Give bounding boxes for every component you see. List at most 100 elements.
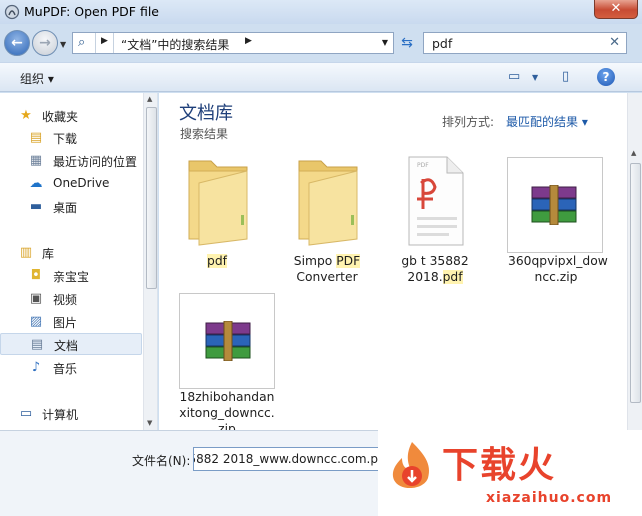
navigation-pane: ★ 收藏夹 ▤ 下载 ▦ 最近访问的位置 ☁ OneDrive ▬ 桌面 ▥ 库… — [0, 93, 158, 430]
nav-label: 亲宝宝 — [53, 270, 90, 284]
filename-label: 文件名(N): — [132, 454, 191, 468]
window-title: MuPDF: Open PDF file — [24, 4, 159, 19]
winrar-archive-icon — [531, 185, 577, 225]
nav-label: 图片 — [53, 316, 78, 330]
file-item-360-zip[interactable]: 360qpvipxl_dow ncc.zip — [504, 153, 608, 293]
preview-pane-icon[interactable]: ▯ — [562, 69, 569, 84]
nav-item-qinbaobao[interactable]: ◘ 亲宝宝 — [0, 265, 142, 287]
title-bar: MuPDF: Open PDF file ✕ — [0, 0, 642, 24]
toolbar: 组织 ▾ ▭ ▼ ▯ ? — [0, 62, 642, 92]
back-button[interactable]: ← — [4, 30, 30, 56]
picture-library-icon: ▨ — [29, 314, 43, 329]
file-item-18zhibo-zip[interactable]: 18zhibohandan xitong_downcc. zip — [179, 291, 275, 430]
close-button[interactable]: ✕ — [594, 0, 638, 19]
folder-icon — [188, 160, 248, 246]
music-library-icon: ♪ — [31, 360, 41, 375]
nav-favorites[interactable]: ★ 收藏夹 — [0, 105, 142, 127]
help-icon: ? — [602, 70, 610, 84]
name-part: 2018. — [407, 270, 443, 284]
download-folder-icon: ▤ — [29, 130, 43, 145]
address-bar[interactable]: ⌕ ▶ “文档”中的搜索结果 ▶ ▼ — [72, 32, 394, 54]
name-part: xitong_downcc. — [179, 406, 275, 420]
nav-libraries[interactable]: ▥ 库 — [0, 242, 142, 264]
file-item-label: 18zhibohandan xitong_downcc. zip — [179, 389, 275, 430]
name-highlight: pdf — [442, 270, 463, 284]
file-item-simpo-folder[interactable]: Simpo PDF Converter — [279, 153, 375, 293]
refresh-icon: ⇆ — [401, 35, 413, 51]
mupdf-app-icon — [4, 4, 20, 20]
nav-scrollbar[interactable]: ▲ ▼ — [143, 93, 157, 430]
name-part: 18zhibohandan — [179, 390, 275, 404]
folder-icon — [298, 160, 358, 246]
scroll-thumb[interactable] — [146, 107, 157, 289]
chevron-down-icon[interactable]: ▼ — [532, 73, 538, 82]
nav-label: 下载 — [53, 132, 78, 146]
filename-value[interactable]: 35882 2018_www.downcc.com.p — [194, 452, 378, 466]
name-part: Simpo — [293, 254, 337, 268]
search-input[interactable]: pdf — [432, 36, 452, 51]
name-highlight: pdf — [207, 254, 227, 268]
nav-label: 计算机 — [42, 408, 79, 422]
view-options-icon[interactable]: ▭ — [508, 69, 520, 84]
name-part: zip — [218, 422, 236, 430]
computer-icon: ▭ — [19, 406, 33, 421]
chevron-down-icon[interactable]: ▼ — [382, 38, 388, 47]
scroll-up-icon[interactable]: ▲ — [631, 149, 636, 157]
name-part: ncc.zip — [534, 270, 578, 284]
file-item-label: 360qpvipxl_dow ncc.zip — [508, 253, 608, 285]
file-item-label: gb t 35882 2018.pdf — [387, 253, 483, 285]
arrow-right-icon: → — [39, 35, 51, 51]
chevron-right-icon[interactable]: ▶ — [101, 36, 108, 46]
divider — [113, 33, 114, 53]
file-item-gb-pdf[interactable]: PDF gb t 35882 2018.pdf — [387, 153, 483, 293]
video-library-icon: ▣ — [29, 291, 43, 306]
desktop-icon: ▬ — [29, 199, 43, 214]
recent-pages-dropdown-icon[interactable]: ▼ — [60, 40, 66, 49]
forward-button[interactable]: → — [32, 30, 58, 56]
pdf-file-icon: PDF — [408, 156, 464, 246]
file-item-pdf-folder[interactable]: pdf — [169, 153, 265, 273]
nav-label: 最近访问的位置 — [53, 155, 138, 169]
refresh-button[interactable]: ⇆ — [396, 32, 418, 54]
nav-label: 视频 — [53, 293, 78, 307]
arrange-label: 排列方式: — [442, 115, 495, 129]
clear-search-icon[interactable]: ✕ — [609, 35, 620, 50]
divider — [95, 33, 96, 53]
file-item-label: Simpo PDF Converter — [279, 253, 375, 285]
scroll-down-icon[interactable]: ▼ — [147, 419, 152, 427]
search-box[interactable]: pdf ✕ — [423, 32, 627, 54]
nav-item-onedrive[interactable]: ☁ OneDrive — [0, 173, 142, 195]
scroll-thumb[interactable] — [630, 163, 641, 403]
nav-item-pictures[interactable]: ▨ 图片 — [0, 311, 142, 333]
nav-item-documents[interactable]: ▤ 文档 — [0, 333, 142, 355]
nav-item-videos[interactable]: ▣ 视频 — [0, 288, 142, 310]
cloud-icon: ☁ — [29, 176, 43, 191]
chevron-right-icon[interactable]: ▶ — [245, 36, 252, 46]
nav-item-desktop[interactable]: ▬ 桌面 — [0, 196, 142, 218]
content-pane: 文档库 搜索结果 排列方式: 最匹配的结果 ▾ pdf Simpo PDF Co… — [159, 93, 627, 430]
nav-computer[interactable]: ▭ 计算机 — [0, 403, 142, 425]
nav-label: 桌面 — [53, 201, 78, 215]
nav-item-downloads[interactable]: ▤ 下载 — [0, 127, 142, 149]
file-item-label: pdf — [169, 253, 265, 269]
arrow-left-icon: ← — [11, 35, 23, 51]
library-icon: ▥ — [19, 245, 33, 260]
close-icon: ✕ — [610, 1, 622, 16]
content-scrollbar[interactable]: ▲ — [627, 93, 642, 430]
help-button[interactable]: ? — [597, 68, 615, 86]
breadcrumb[interactable]: “文档”中的搜索结果 — [121, 36, 229, 53]
nav-label: 文档 — [54, 339, 79, 353]
nav-item-music[interactable]: ♪ 音乐 — [0, 357, 142, 379]
scroll-up-icon[interactable]: ▲ — [147, 95, 152, 103]
filename-input[interactable]: 35882 2018_www.downcc.com.p — [193, 447, 381, 471]
nav-item-recent-places[interactable]: ▦ 最近访问的位置 — [0, 150, 142, 172]
library-subtitle: 搜索结果 — [180, 127, 229, 141]
svg-text:PDF: PDF — [417, 162, 429, 169]
address-row: ← → ▼ ⌕ ▶ “文档”中的搜索结果 ▶ ▼ ⇆ pdf ✕ — [0, 26, 642, 62]
name-part: 360qpvipxl_dow — [508, 254, 608, 268]
nav-label: 收藏夹 — [42, 110, 79, 124]
organize-button[interactable]: 组织 ▾ — [20, 70, 54, 87]
watermark-brand: 下载火 — [442, 445, 557, 486]
library-title: 文档库 — [179, 103, 233, 124]
arrange-dropdown[interactable]: 最匹配的结果 ▾ — [506, 113, 588, 130]
